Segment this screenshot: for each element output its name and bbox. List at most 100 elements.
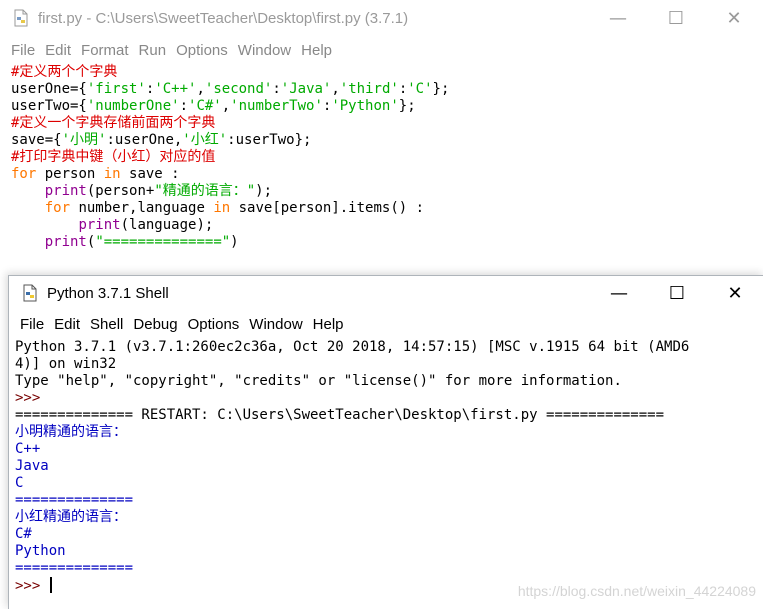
shell-line: Type "help", "copyright", "credits" or "… (15, 373, 756, 390)
code-token: ); (255, 183, 273, 199)
shell-line: ============== (15, 560, 756, 577)
code-token: }; (432, 81, 450, 97)
code-token: ) (230, 234, 239, 250)
code-token: : (398, 81, 408, 97)
code-token: 'Python' (331, 98, 399, 114)
code-line: for person in save : (11, 166, 755, 183)
code-token: C# (15, 526, 32, 542)
code-token: }; (398, 98, 416, 114)
shell-line: Python (15, 543, 756, 560)
close-button[interactable]: ✕ (706, 276, 763, 310)
code-token: 'Java' (280, 81, 332, 97)
shell-line: ============== RESTART: C:\Users\SweetTe… (15, 407, 756, 424)
code-token: :userTwo}; (227, 132, 312, 148)
menu-edit[interactable]: Edit (49, 316, 85, 333)
code-token: "精通的语言：" (154, 183, 256, 199)
code-token: number,language (70, 200, 214, 216)
shell-output-area[interactable]: Python 3.7.1 (v3.7.1:260ec2c36a, Oct 20 … (15, 339, 756, 609)
shell-window: Python 3.7.1 Shell — ☐ ✕ File Edit Shell… (8, 275, 763, 609)
minimize-button[interactable]: — (590, 276, 648, 310)
maximize-button[interactable]: ☐ (648, 276, 706, 310)
code-token: save : (120, 166, 180, 182)
editor-menubar: File Edit Format Run Options Window Help (0, 38, 763, 62)
code-token: 4)] on win32 (15, 356, 117, 372)
python-file-icon (12, 9, 30, 27)
code-token: 'second' (204, 81, 273, 97)
text-cursor (49, 577, 52, 593)
code-token: save[person].items() : (230, 200, 425, 216)
code-token: (language); (120, 217, 214, 233)
code-token: Type "help", "copyright", "credits" or "… (15, 373, 622, 389)
code-token: Python 3.7.1 (v3.7.1:260ec2c36a, Oct 20 … (15, 339, 690, 355)
menu-window[interactable]: Window (244, 316, 307, 333)
menu-window[interactable]: Window (233, 42, 296, 59)
code-token: #定义两个个字典 (11, 64, 118, 80)
menu-file[interactable]: File (0, 42, 40, 59)
shell-line: >>> (15, 390, 756, 407)
code-token: ============== (15, 560, 134, 576)
code-token: C (15, 475, 24, 491)
code-token: "==============" (95, 234, 231, 250)
menu-help[interactable]: Help (308, 316, 349, 333)
code-token: ============== RESTART: C:\Users\SweetTe… (15, 407, 665, 423)
code-token: #打印字典中键（小红）对应的值 (11, 149, 216, 165)
menu-options[interactable]: Options (171, 42, 233, 59)
code-token: ============== (15, 492, 134, 508)
shell-line: Java (15, 458, 756, 475)
code-token: , (196, 81, 205, 97)
menu-help[interactable]: Help (296, 42, 337, 59)
shell-line: 小明精通的语言： (15, 424, 756, 441)
shell-line: Python 3.7.1 (v3.7.1:260ec2c36a, Oct 20 … (15, 339, 756, 356)
code-token: userTwo={ (11, 98, 87, 114)
code-token: '小明' (61, 132, 107, 148)
code-token: : (272, 81, 281, 97)
menu-file[interactable]: File (9, 316, 49, 333)
code-line: print("==============") (11, 234, 755, 251)
code-token: Python (15, 543, 66, 559)
shell-line: C (15, 475, 756, 492)
maximize-button[interactable]: ☐ (647, 0, 705, 36)
code-token: 'C++' (154, 81, 197, 97)
menu-shell[interactable]: Shell (85, 316, 128, 333)
close-button[interactable]: ✕ (705, 0, 763, 36)
code-token: 'numberOne' (86, 98, 180, 114)
menu-options[interactable]: Options (183, 316, 245, 333)
code-token: Java (15, 458, 49, 474)
shell-menubar: File Edit Shell Debug Options Window Hel… (9, 312, 763, 336)
code-editor-area[interactable]: #定义两个个字典 userOne={'first':'C++','second':… (11, 64, 755, 275)
code-token: (person+ (86, 183, 155, 199)
code-token: print (44, 234, 87, 250)
code-line: userOne={'first':'C++','second':'Java','… (11, 81, 755, 98)
shell-line: ============== (15, 492, 756, 509)
code-token: 'third' (339, 81, 399, 97)
code-token: 'C' (407, 81, 433, 97)
code-token: 'numberTwo' (230, 98, 323, 114)
code-token: person (36, 166, 104, 182)
menu-debug[interactable]: Debug (128, 316, 182, 333)
menu-format[interactable]: Format (76, 42, 134, 59)
code-token: '小红' (182, 132, 228, 148)
code-line: for number,language in save[person].item… (11, 200, 755, 217)
editor-titlebar[interactable]: first.py - C:\Users\SweetTeacher\Desktop… (0, 0, 763, 36)
python-icon (21, 284, 39, 302)
code-line: userTwo={'numberOne':'C#','numberTwo':'P… (11, 98, 755, 115)
code-token: #定义一个字典存储前面两个字典 (11, 115, 216, 131)
shell-prompt: >>> (15, 578, 49, 594)
menu-edit[interactable]: Edit (40, 42, 76, 59)
minimize-button[interactable]: — (589, 0, 647, 36)
shell-titlebar[interactable]: Python 3.7.1 Shell — ☐ ✕ (9, 276, 763, 310)
code-line: #打印字典中键（小红）对应的值 (11, 149, 755, 166)
window-title: Python 3.7.1 Shell (47, 284, 169, 302)
code-token: print (78, 217, 121, 233)
watermark-text: https://blog.csdn.net/weixin_44224089 (517, 583, 756, 599)
code-token: 'first' (86, 81, 146, 97)
menu-run[interactable]: Run (134, 42, 172, 59)
code-token: , (221, 98, 231, 114)
code-token: 小明精通的语言： (15, 424, 127, 440)
code-token: in (213, 200, 231, 216)
code-token: :userOne, (106, 132, 183, 148)
